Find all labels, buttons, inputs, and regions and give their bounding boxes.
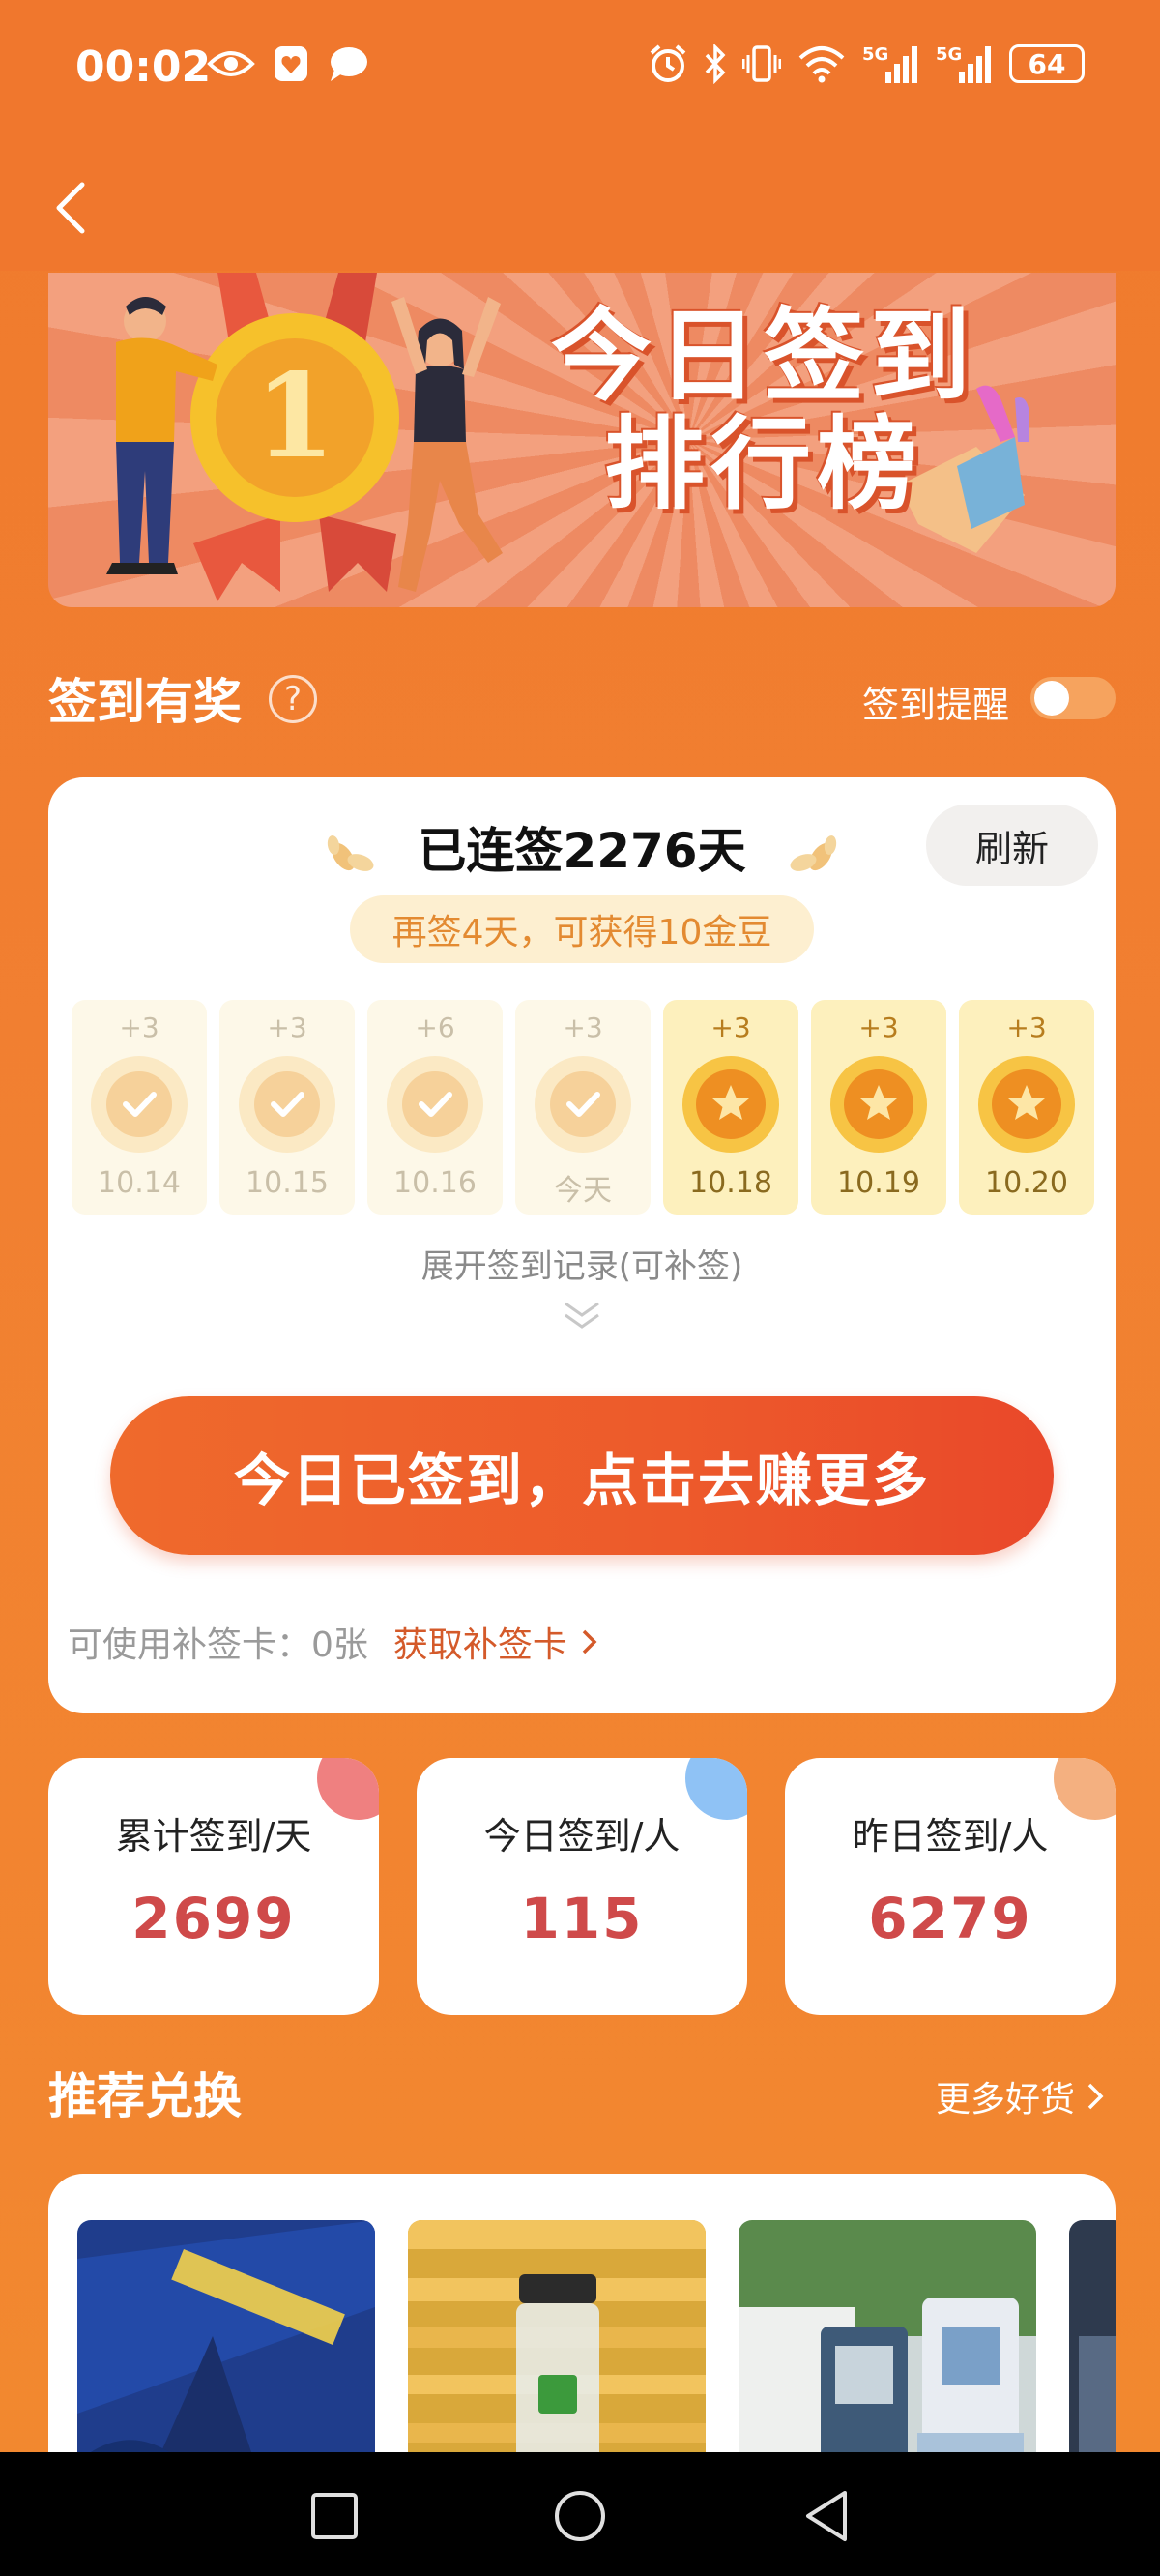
section-title: 签到有奖 xyxy=(48,674,242,730)
bonus-hint: 再签4天，可获得10金豆 xyxy=(350,895,814,963)
status-right-icons: 5G 5G 64 xyxy=(648,43,1085,85)
day-date: 10.18 xyxy=(689,1166,772,1200)
signal-5g-icon: 5G xyxy=(936,43,994,85)
day-date: 10.14 xyxy=(98,1166,181,1200)
back-button[interactable] xyxy=(37,174,104,242)
section-title: 推荐兑换 xyxy=(48,2068,242,2124)
wifi-icon xyxy=(797,44,847,83)
day-bonus: +3 xyxy=(563,1011,603,1043)
checkin-card: 已连签2276天 刷新 再签4天，可获得10金豆 +3 10.14 +3 10.… xyxy=(48,777,1116,1713)
bluetooth-icon xyxy=(704,44,727,84)
day-bonus: +3 xyxy=(1006,1011,1047,1043)
day-bonus: +3 xyxy=(710,1011,751,1043)
makeup-card-count: 可使用补签卡：0张 xyxy=(68,1625,368,1665)
checkin-days-row: +3 10.14 +3 10.15 +6 10.16 +3 今天 +3 10.1… xyxy=(72,1000,1094,1215)
question-circle-icon[interactable]: ? xyxy=(269,675,317,723)
expand-records-link[interactable]: 展开签到记录(可补签) xyxy=(48,1240,1116,1287)
battery-indicator: 64 xyxy=(1009,44,1085,83)
vibrate-icon xyxy=(742,44,781,84)
day-tile: +3 10.18 xyxy=(663,1000,798,1215)
chat-bubble-icon xyxy=(327,44,369,83)
status-left-icons xyxy=(207,44,369,83)
day-date: 今天 xyxy=(554,1174,612,1208)
day-date: 10.16 xyxy=(393,1166,477,1200)
day-bonus: +3 xyxy=(267,1011,307,1043)
leaderboard-banner[interactable]: 1 今日签到 排行榜 xyxy=(48,273,1116,607)
laurel-left-icon xyxy=(327,834,374,871)
double-chevron-down-icon[interactable] xyxy=(558,1300,606,1332)
nav-bar xyxy=(0,145,1160,271)
laurel-right-icon xyxy=(790,834,837,871)
checkmark-coin-icon xyxy=(535,1056,631,1153)
get-makeup-card-link[interactable]: 获取补签卡 xyxy=(393,1617,567,1667)
status-bar: 00:02 5G 5G 64 xyxy=(0,0,1160,145)
more-goods-label: 更多好货 xyxy=(935,2080,1075,2120)
day-tile: +3 10.15 xyxy=(219,1000,355,1215)
stat-value: 6279 xyxy=(868,1886,1032,1951)
reminder-label: 签到提醒 xyxy=(861,684,1009,726)
status-time: 00:02 xyxy=(75,43,212,92)
recent-apps-button[interactable] xyxy=(305,2487,363,2545)
reminder-toggle[interactable] xyxy=(1030,677,1116,719)
chevron-left-icon xyxy=(56,182,85,234)
stat-value: 2699 xyxy=(131,1886,296,1951)
day-bonus: +3 xyxy=(119,1011,160,1043)
toggle-knob xyxy=(1034,681,1069,716)
stat-label: 昨日签到/人 xyxy=(852,1815,1049,1858)
more-goods-link[interactable]: 更多好货 xyxy=(936,2071,1108,2122)
day-date: 10.15 xyxy=(246,1166,329,1200)
svg-text:5G: 5G xyxy=(936,44,962,65)
streak-text: 已连签2276天 xyxy=(418,823,746,879)
day-date: 10.20 xyxy=(985,1166,1068,1200)
day-date: 10.19 xyxy=(837,1166,920,1200)
refresh-button[interactable]: 刷新 xyxy=(926,805,1098,886)
day-bonus: +3 xyxy=(858,1011,899,1043)
banner-title-line1: 今日签到 xyxy=(550,297,976,415)
home-button[interactable] xyxy=(551,2487,609,2545)
banner-title: 今日签到 排行榜 xyxy=(493,302,1034,518)
star-coin-icon xyxy=(682,1056,779,1153)
stat-label: 累计签到/天 xyxy=(115,1815,312,1858)
day-tile: +3 10.14 xyxy=(72,1000,207,1215)
day-tile-today: +3 今天 xyxy=(515,1000,651,1215)
stat-value: 115 xyxy=(520,1886,644,1951)
shield-heart-icon xyxy=(273,44,309,83)
day-tile: +6 10.16 xyxy=(367,1000,503,1215)
chevron-right-icon xyxy=(1088,2083,1104,2110)
banner-title-line2: 排行榜 xyxy=(603,405,923,523)
day-bonus: +6 xyxy=(415,1011,455,1043)
stat-card-yesterday: 昨日签到/人 6279 xyxy=(785,1758,1116,2015)
stat-card-total: 累计签到/天 2699 xyxy=(48,1758,379,2015)
chevron-right-icon[interactable] xyxy=(579,1627,600,1656)
checkmark-coin-icon xyxy=(91,1056,188,1153)
signal-5g-icon: 5G xyxy=(862,43,920,85)
checkmark-coin-icon xyxy=(239,1056,335,1153)
recommend-section-header: 推荐兑换 更多好货 xyxy=(48,2058,1116,2125)
day-tile: +3 10.19 xyxy=(811,1000,946,1215)
makeup-card-row: 可使用补签卡：0张 获取补签卡 xyxy=(68,1617,600,1667)
svg-text:1: 1 xyxy=(254,348,335,484)
earn-more-button[interactable]: 今日已签到，点击去赚更多 xyxy=(110,1396,1054,1555)
system-nav-bar xyxy=(0,2452,1160,2576)
rewards-section-header: 签到有奖 ? 签到提醒 xyxy=(48,663,1116,731)
alarm-icon xyxy=(648,44,688,84)
checkmark-coin-icon xyxy=(387,1056,483,1153)
eye-icon xyxy=(207,44,255,83)
star-coin-icon xyxy=(978,1056,1075,1153)
star-coin-icon xyxy=(830,1056,927,1153)
stat-card-today: 今日签到/人 115 xyxy=(417,1758,747,2015)
back-nav-button[interactable] xyxy=(798,2487,856,2545)
day-tile: +3 10.20 xyxy=(959,1000,1094,1215)
svg-text:5G: 5G xyxy=(862,44,888,65)
stat-label: 今日签到/人 xyxy=(483,1815,681,1858)
